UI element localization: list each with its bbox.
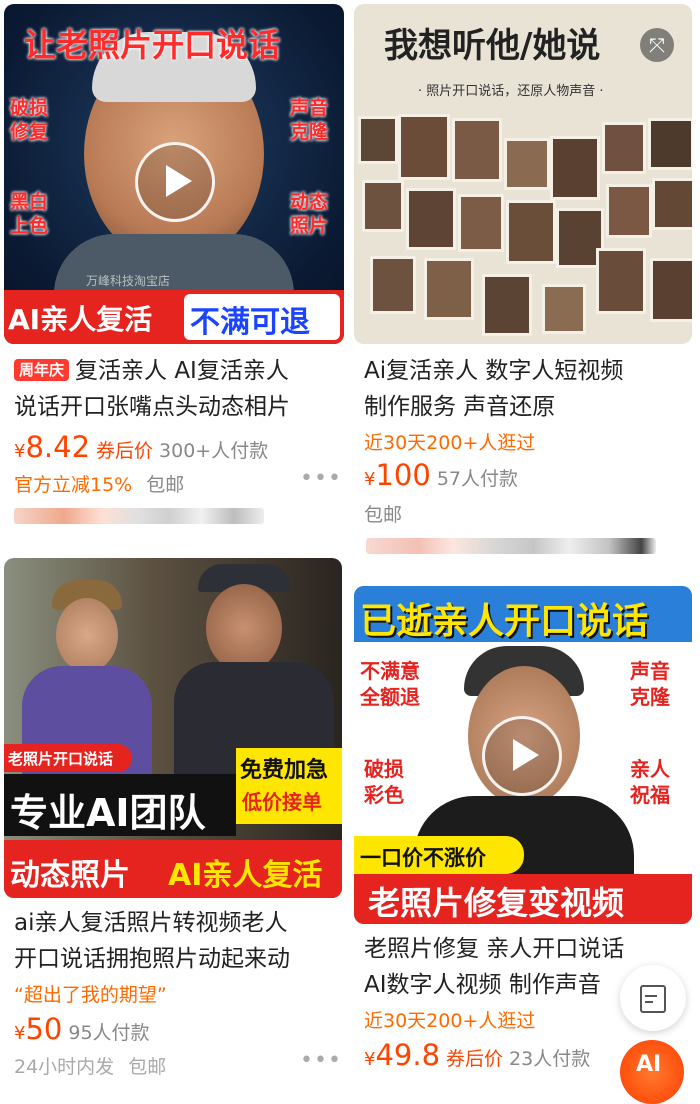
thumb-headline: 我想听他/她说 — [384, 26, 601, 66]
product-title-2[interactable]: Ai复活亲人 数字人短视频 — [364, 354, 623, 389]
thumb-headline: 让老照片开口说话 — [24, 26, 281, 64]
headline-bar: 已逝亲人开口说话 — [354, 586, 692, 642]
banner-left-text: AI亲人复活 — [8, 303, 153, 336]
price-row-4: ¥49.8 券后价 23人付款 — [364, 1038, 590, 1072]
anniversary-tag: 周年庆 — [14, 359, 70, 381]
right-label-1: 声音 克隆 — [290, 97, 329, 143]
thumb-subtitle: · 照片开口说话，还原人物声音 · — [418, 84, 604, 99]
close-icon[interactable]: ⤧ — [640, 28, 674, 62]
price-badge-box: 一口价不涨价 — [354, 836, 524, 874]
price-badge: 一口价不涨价 — [360, 846, 486, 870]
right-label-1: 声音 克隆 — [630, 659, 670, 709]
product-title-3[interactable]: ai亲人复活照片转视频老人 — [14, 906, 287, 941]
play-button-icon[interactable] — [482, 716, 562, 796]
product-title-1-line2[interactable]: 说话开口张嘴点头动态相片 — [14, 390, 290, 425]
left-label-1: 不满意 全额退 — [360, 659, 420, 709]
price-row-2: ¥100 57人付款 — [364, 458, 518, 492]
product-thumbnail-3[interactable]: 老照片开口说话 专业AI团队 免费加急 低价接单 动态照片 AI亲人复活 — [4, 558, 342, 898]
coupon-label: 券后价 — [446, 1048, 504, 1070]
product-card-3[interactable]: 老照片开口说话 专业AI团队 免费加急 低价接单 动态照片 AI亲人复活 ai亲… — [0, 556, 348, 1082]
visits-text: 近30天200+人逛过 — [364, 1010, 536, 1032]
shipping-text: 包邮 — [364, 504, 403, 526]
paid-count: 95人付款 — [68, 1022, 150, 1044]
play-button-icon[interactable] — [135, 142, 215, 222]
thumb-headline: 已逝亲人开口说话 — [360, 601, 649, 642]
price-row-3: ¥50 95人付款 — [14, 1012, 150, 1046]
price-row-1: ¥8.42 券后价 300+人付款 — [14, 430, 268, 464]
right-box-line2: 低价接单 — [242, 790, 322, 814]
ai-badge-text: AI — [636, 1052, 662, 1077]
product-thumbnail-1[interactable]: 让老照片开口说话 破损 修复 黑白 上色 声音 克隆 动态 照片 万峰科技淘宝店… — [4, 4, 344, 344]
product-thumbnail-2[interactable]: 我想听他/她说 · 照片开口说话，还原人物声音 · ⤧ — [354, 4, 692, 344]
title-line-1: 复活亲人 AI复活亲人 — [75, 358, 289, 384]
team-text: 专业AI团队 — [10, 791, 206, 835]
edit-icon — [640, 985, 666, 1013]
product-title-4[interactable]: 老照片修复 亲人开口说话 — [364, 932, 624, 967]
thumb-watermark: 万峰科技淘宝店 — [86, 274, 171, 288]
price-value: 100 — [375, 458, 431, 492]
currency-symbol: ¥ — [14, 1023, 26, 1044]
product-card-1[interactable]: 让老照片开口说话 破损 修复 黑白 上色 声音 克隆 动态 照片 万峰科技淘宝店… — [0, 0, 348, 550]
product-title-1[interactable]: 周年庆 复活亲人 AI复活亲人 — [14, 354, 289, 389]
thumb-badge: 老照片开口说话 — [8, 750, 114, 768]
coupon-label: 券后价 — [96, 440, 154, 462]
currency-symbol: ¥ — [364, 469, 376, 490]
paid-count: 23人付款 — [509, 1048, 591, 1070]
price-value: 49.8 — [375, 1038, 441, 1072]
badge-box: 老照片开口说话 — [4, 744, 132, 772]
footer-text: 老照片修复变视频 — [368, 884, 625, 922]
right-yellow-box: 免费加急 低价接单 — [236, 748, 342, 824]
floating-edit-button[interactable] — [620, 965, 686, 1031]
delivery-text: 24小时内发 — [14, 1056, 115, 1078]
right-label-2: 亲人 祝福 — [630, 757, 670, 807]
more-options-icon[interactable]: ••• — [300, 466, 342, 491]
footer-right: AI亲人复活 — [168, 858, 323, 893]
left-label-2: 破损 彩色 — [364, 757, 404, 807]
paid-count: 300+人付款 — [159, 440, 269, 462]
blurred-shop-info — [14, 508, 264, 524]
delivery-row: 24小时内发 包邮 — [14, 1052, 166, 1079]
footer-banner: 动态照片 AI亲人复活 — [4, 840, 342, 898]
currency-symbol: ¥ — [364, 1049, 376, 1070]
footer-left: 动态照片 — [10, 858, 130, 893]
product-title-3-line2[interactable]: 开口说话拥抱照片动起来动 — [14, 942, 290, 977]
edit-icon-line — [645, 1001, 653, 1003]
product-title-2-line2[interactable]: 制作服务 声音还原 — [364, 390, 555, 425]
shipping-text: 包邮 — [128, 1056, 167, 1078]
ai-assistant-button[interactable]: AI — [620, 1040, 684, 1104]
paid-count: 57人付款 — [436, 468, 518, 490]
left-label-2: 黑白 上色 — [10, 191, 49, 237]
blurred-shop-info — [366, 538, 656, 554]
shipping-text: 包邮 — [146, 474, 185, 496]
banner-right-box: 不满可退 — [184, 294, 340, 340]
footer-banner: 老照片修复变视频 — [354, 874, 692, 924]
right-box-line1: 免费加急 — [240, 758, 329, 783]
promo-row-1: 官方立减15% 包邮 — [14, 470, 184, 497]
product-card-2[interactable]: 我想听他/她说 · 照片开口说话，还原人物声音 · ⤧ Ai复活亲人 数字人短视… — [350, 0, 700, 560]
price-value: 50 — [25, 1012, 63, 1046]
edit-icon-line — [645, 995, 657, 997]
right-label-2: 动态 照片 — [290, 191, 329, 237]
review-quote: “超出了我的期望” — [14, 984, 167, 1006]
currency-symbol: ¥ — [14, 441, 26, 462]
photo-wall — [354, 108, 692, 344]
price-value: 8.42 — [25, 430, 91, 464]
promo-text: 官方立减15% — [14, 474, 133, 496]
product-thumbnail-4[interactable]: 已逝亲人开口说话 不满意 全额退 破损 彩色 声音 克隆 亲人 祝福 一口价不涨… — [354, 586, 692, 924]
thumb-banner: AI亲人复活 不满可退 — [4, 290, 344, 344]
more-options-icon[interactable]: ••• — [300, 1048, 342, 1073]
team-box: 专业AI团队 — [4, 774, 236, 836]
left-label-1: 破损 修复 — [10, 97, 49, 143]
banner-right-text: 不满可退 — [190, 305, 310, 340]
visits-text: 近30天200+人逛过 — [364, 432, 536, 454]
product-title-4-line2[interactable]: AI数字人视频 制作声音 — [364, 968, 601, 1003]
